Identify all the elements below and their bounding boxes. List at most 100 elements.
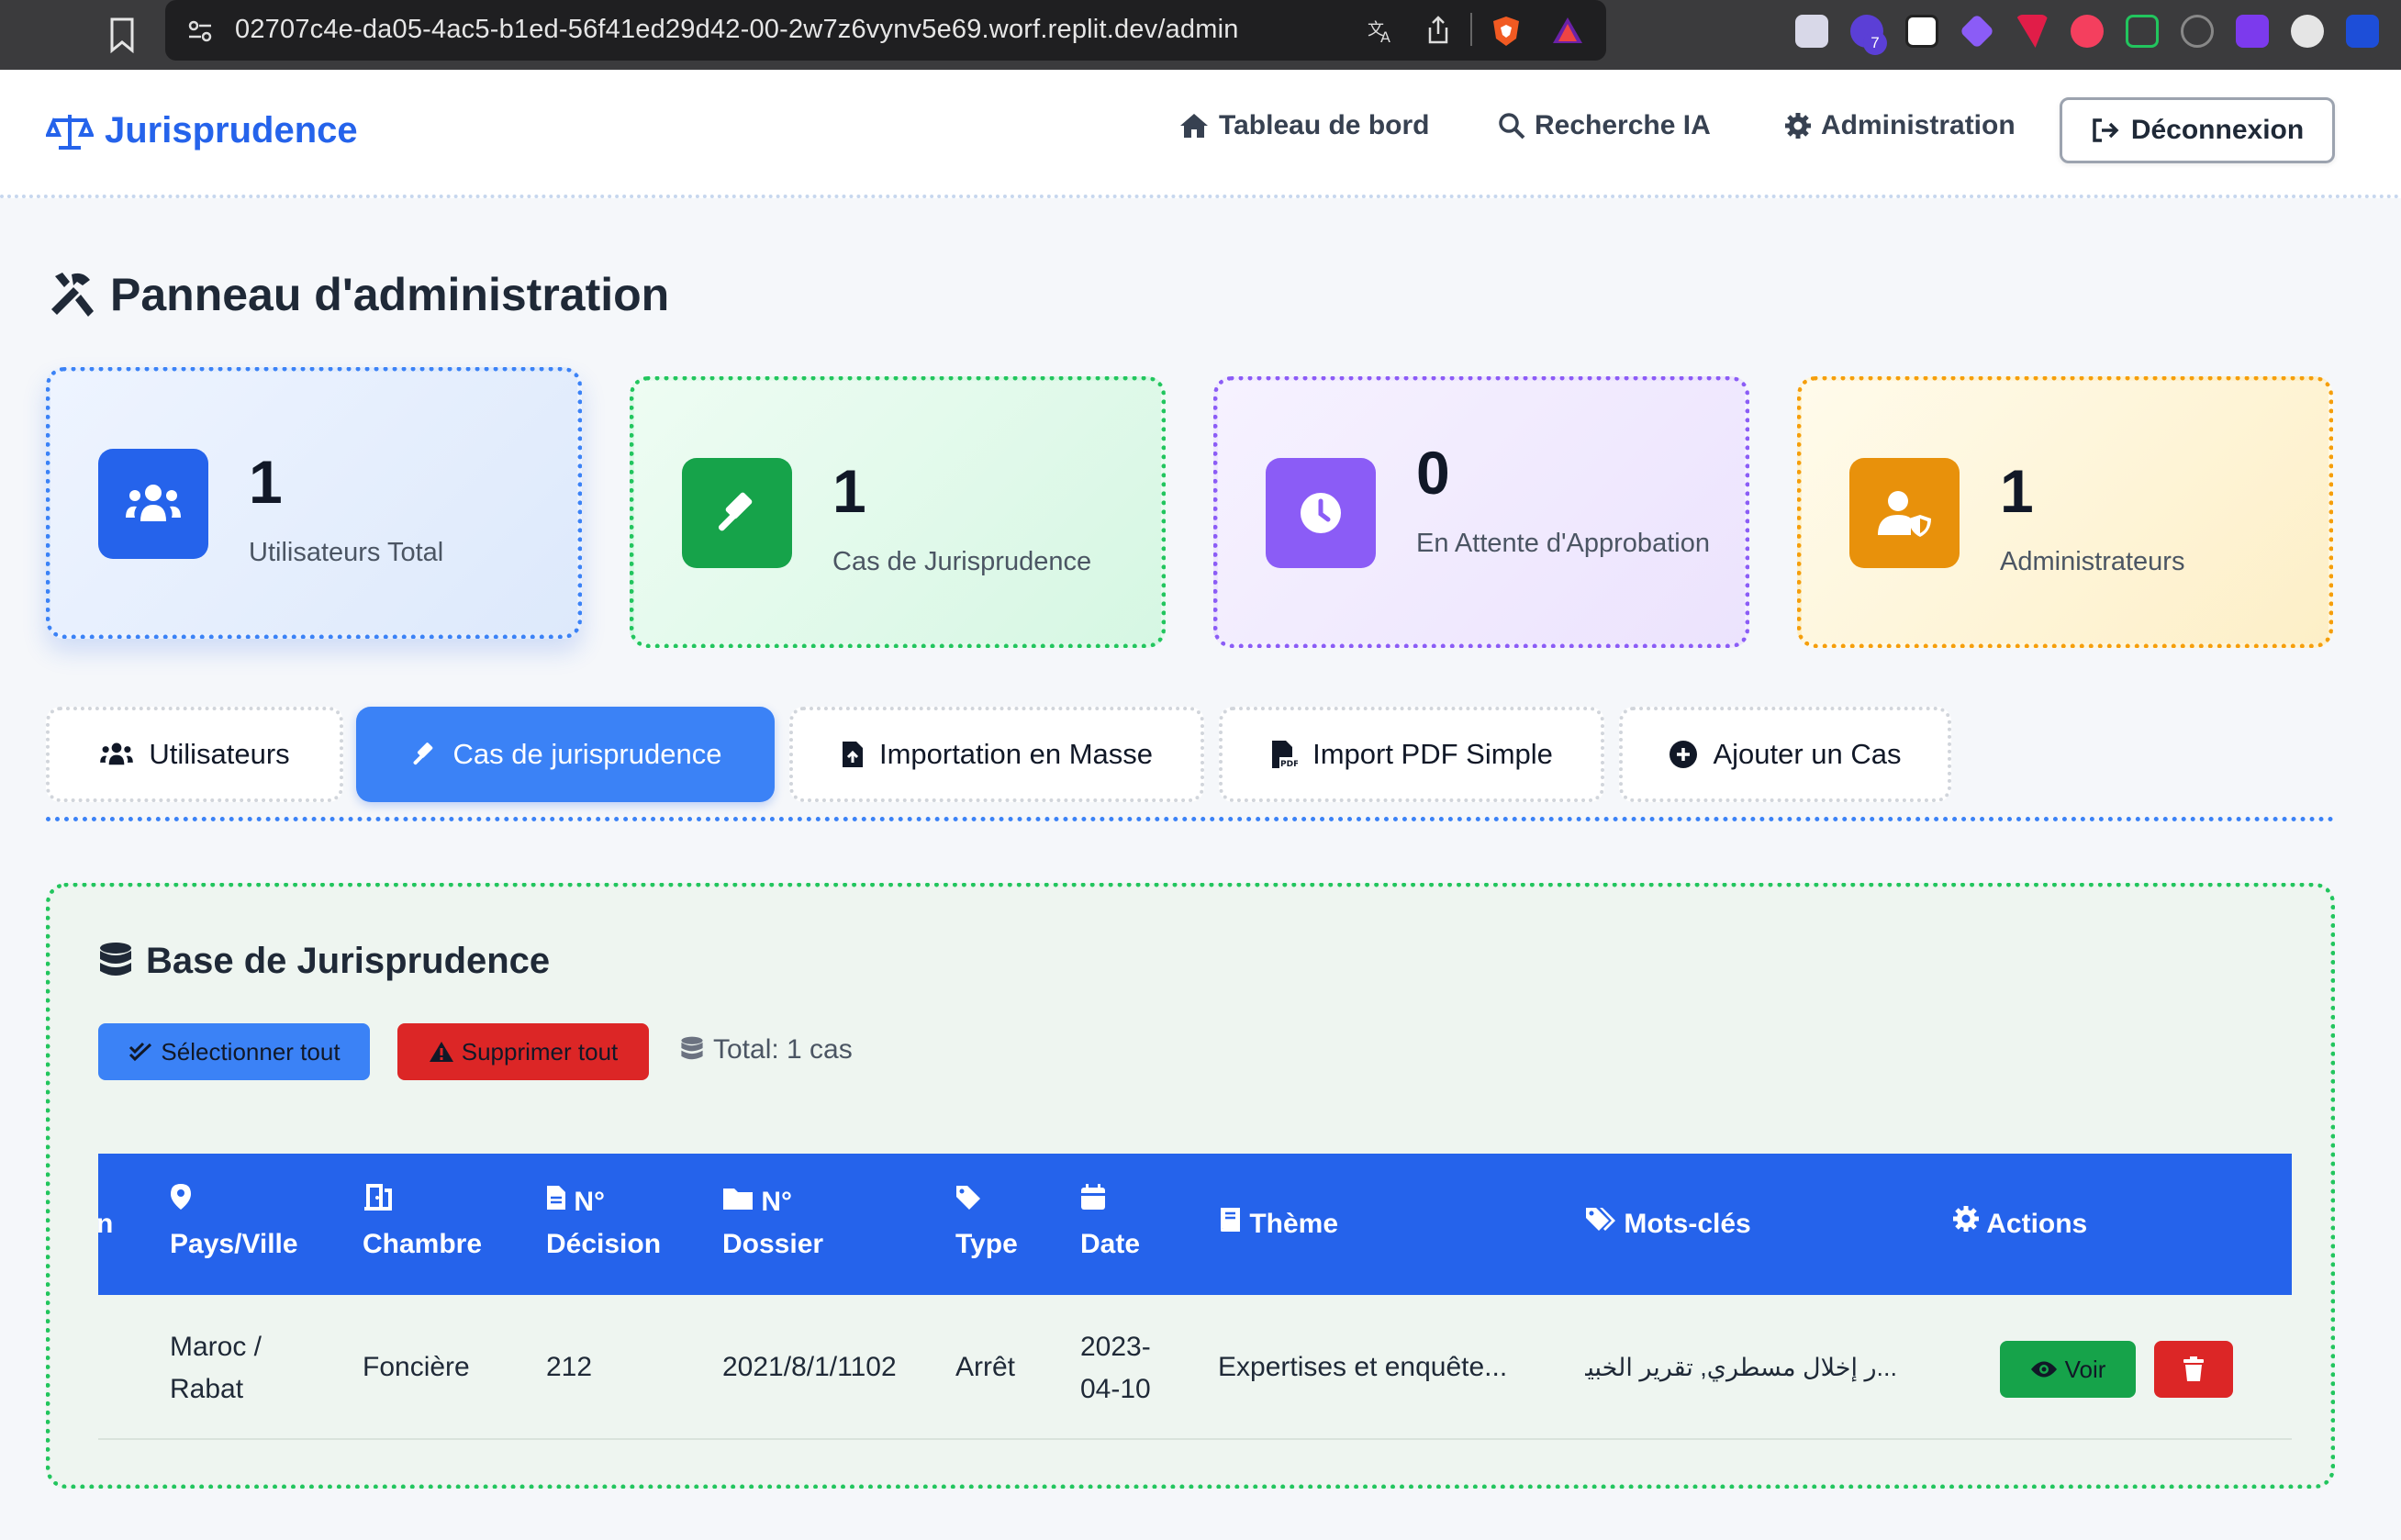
nav-ai-search[interactable]: Recherche IA [1498, 110, 1711, 141]
extension-7-icon[interactable] [2236, 15, 2269, 48]
check-double-icon [129, 1042, 152, 1062]
extension-5-icon[interactable] [2071, 15, 2104, 48]
nav-administration[interactable]: Administration [1784, 110, 2016, 141]
tab-pdf-import[interactable]: PDF Import PDF Simple [1219, 707, 1604, 802]
tab-add-case[interactable]: Ajouter un Cas [1619, 707, 1951, 802]
tag-icon [956, 1186, 980, 1210]
column-label: Chambre [363, 1229, 483, 1259]
logout-button[interactable]: Déconnexion [2060, 97, 2335, 163]
stat-value: 1 [2000, 457, 2034, 525]
calendar-icon [1081, 1184, 1105, 1210]
column-label: Décision [546, 1229, 662, 1259]
stat-label: Utilisateurs Total [249, 538, 444, 567]
cell-text: Maroc / [170, 1332, 262, 1362]
column-header-decision[interactable]: N° Décision [546, 1181, 661, 1266]
column-header-chamber[interactable]: Chambre [363, 1181, 482, 1266]
column-header-country[interactable]: Pays/Ville [170, 1181, 298, 1266]
stat-icon-box [1849, 458, 1960, 568]
address-bar[interactable]: 02707c4e-da05-4ac5-b1ed-56f41ed29d42-00-… [165, 0, 1606, 61]
brand[interactable]: Jurisprudence [46, 110, 358, 151]
tab-label: Utilisateurs [149, 738, 290, 770]
nav-label: Tableau de bord [1219, 110, 1430, 140]
stat-icon-box [1266, 458, 1376, 568]
page-title-text: Panneau d'administration [110, 269, 670, 320]
nav-label: Administration [1821, 110, 2016, 140]
svg-text:A: A [1380, 28, 1390, 46]
translate-icon[interactable]: 文A [1366, 15, 1397, 46]
gavel-icon [718, 492, 753, 531]
column-label: N° [761, 1187, 793, 1217]
stat-label: Administrateurs [2000, 547, 2185, 576]
column-label: Type [955, 1229, 1018, 1259]
extension-1-icon[interactable] [1795, 15, 1828, 48]
column-header-theme[interactable]: Thème [1218, 1203, 1338, 1245]
tab-bulk-import[interactable]: Importation en Masse [789, 707, 1204, 802]
url-text[interactable]: 02707c4e-da05-4ac5-b1ed-56f41ed29d42-00-… [235, 15, 1239, 45]
extension-3-icon[interactable] [1959, 13, 1995, 50]
column-header-truncated: n [98, 1209, 114, 1239]
eye-icon [2030, 1361, 2057, 1378]
column-header-file[interactable]: N° Dossier [722, 1181, 823, 1266]
notion-icon[interactable] [1905, 15, 1938, 48]
table-header: n Pays/Ville Chambre N° Décision N° Doss… [98, 1154, 2292, 1295]
cell-type: Arrêt [955, 1352, 1016, 1382]
view-button[interactable]: Voir [2000, 1341, 2136, 1398]
browser-toolbar: 02707c4e-da05-4ac5-b1ed-56f41ed29d42-00-… [0, 0, 2401, 70]
column-label: Dossier [722, 1229, 824, 1259]
select-all-button[interactable]: Sélectionner tout [98, 1023, 370, 1080]
cell-text: 04-10 [1080, 1374, 1151, 1404]
share-icon[interactable] [1424, 15, 1452, 46]
file-pdf-icon: PDF [1272, 741, 1298, 769]
database-icon [681, 1036, 703, 1060]
stat-icon-box [98, 449, 208, 559]
total-text: Total: 1 cas [713, 1034, 853, 1065]
delete-all-label: Supprimer tout [461, 1037, 619, 1066]
cell-decision: 212 [546, 1352, 593, 1382]
column-label: Pays/Ville [170, 1229, 298, 1259]
extension-9-icon[interactable] [2346, 15, 2379, 48]
gear-icon [1785, 113, 1811, 139]
extension-8-icon[interactable] [2291, 15, 2324, 48]
tags-icon [1586, 1208, 1615, 1231]
panel-title-text: Base de Jurisprudence [146, 941, 551, 981]
map-marker-icon [171, 1184, 191, 1210]
home-icon [1180, 114, 1208, 138]
tools-icon [51, 273, 94, 317]
cell-country: Maroc / Rabat [170, 1326, 262, 1411]
stat-card-users: 1 Utilisateurs Total [46, 367, 582, 639]
select-all-label: Sélectionner tout [161, 1037, 341, 1066]
tab-label: Import PDF Simple [1312, 738, 1553, 770]
tab-label: Ajouter un Cas [1713, 738, 1902, 770]
column-header-type[interactable]: Type [955, 1181, 1018, 1266]
tab-users[interactable]: Utilisateurs [46, 707, 343, 802]
total-count: Total: 1 cas [680, 1034, 853, 1066]
app-header: Jurisprudence Tableau de bord Recherche … [0, 70, 2401, 198]
trash-icon [2183, 1356, 2204, 1381]
delete-button[interactable] [2154, 1341, 2233, 1398]
cell-theme: Expertises et enquête... [1218, 1352, 1508, 1382]
brave-shield-icon[interactable] [1491, 15, 1522, 48]
column-header-date[interactable]: Date [1080, 1181, 1140, 1266]
stat-value: 1 [832, 457, 866, 525]
column-header-keywords[interactable]: Mots-clés [1585, 1203, 1751, 1245]
column-label: N° [574, 1187, 606, 1217]
chat-extension-icon[interactable] [2126, 15, 2159, 48]
balance-scale-icon [46, 114, 94, 150]
stat-card-cases: 1 Cas de Jurisprudence [630, 376, 1166, 648]
logout-label: Déconnexion [2130, 115, 2305, 145]
table-row[interactable]: Maroc / Rabat Foncière 212 2021/8/1/1102… [98, 1295, 2292, 1440]
nav-dashboard[interactable]: Tableau de bord [1178, 110, 1429, 141]
extension-4-icon[interactable] [2016, 15, 2049, 48]
extension-badge: 7 [1863, 31, 1887, 55]
brave-rewards-icon[interactable] [1551, 15, 1584, 46]
bookmark-icon[interactable] [108, 17, 136, 53]
clock-icon [1301, 493, 1341, 533]
svg-text:PDF: PDF [1280, 760, 1298, 769]
extension-6-icon[interactable] [2181, 15, 2214, 48]
sign-out-icon [2093, 118, 2119, 142]
tab-cases[interactable]: Cas de jurisprudence [356, 707, 775, 802]
users-icon [126, 485, 181, 521]
site-settings-icon[interactable] [185, 17, 215, 46]
delete-all-button[interactable]: Supprimer tout [397, 1023, 649, 1080]
user-shield-icon [1878, 491, 1931, 537]
